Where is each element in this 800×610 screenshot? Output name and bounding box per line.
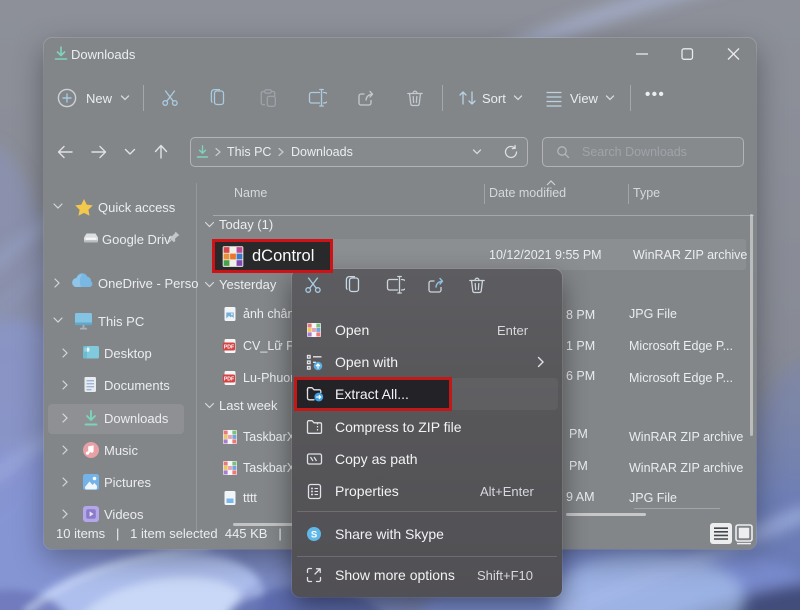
svg-text:PDF: PDF <box>224 377 234 383</box>
svg-text:S: S <box>311 529 317 540</box>
svg-text:PDF: PDF <box>224 345 234 351</box>
